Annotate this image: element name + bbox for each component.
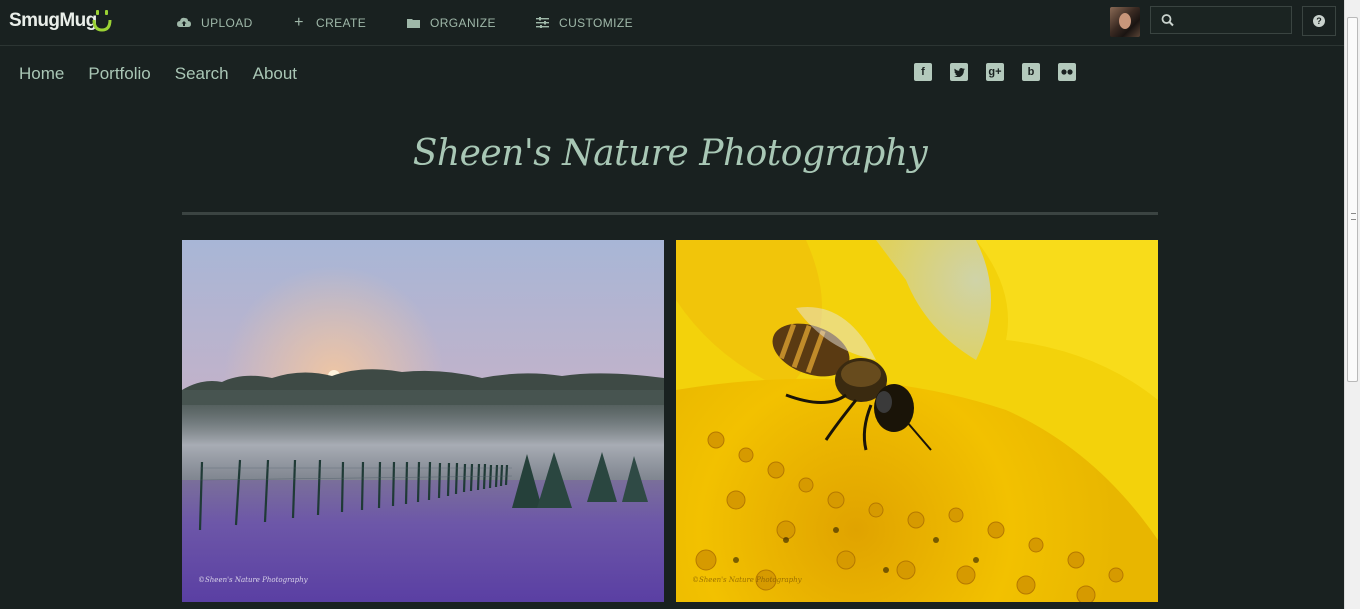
photo-watermark: ©Sheen's Nature Photography bbox=[692, 576, 802, 584]
photo-watermark: ©Sheen's Nature Photography bbox=[198, 576, 308, 584]
help-icon: ? bbox=[1313, 15, 1325, 27]
twitter-icon[interactable] bbox=[950, 63, 968, 81]
sliders-icon bbox=[534, 16, 550, 31]
upload-label: UPLOAD bbox=[201, 16, 253, 30]
flickr-icon[interactable] bbox=[1058, 63, 1076, 81]
social-links: f g+ b bbox=[914, 63, 1076, 81]
create-label: CREATE bbox=[316, 16, 367, 30]
smugmug-face-icon bbox=[92, 10, 112, 32]
customize-button[interactable]: CUSTOMIZE bbox=[534, 15, 633, 31]
facebook-icon[interactable]: f bbox=[914, 63, 932, 81]
bee-sunflower-image bbox=[676, 240, 1158, 602]
page-scrollbar[interactable] bbox=[1344, 0, 1360, 609]
nav-search[interactable]: Search bbox=[175, 64, 229, 84]
help-button[interactable]: ? bbox=[1302, 6, 1336, 36]
photo-bee-sunflower[interactable]: ©Sheen's Nature Photography bbox=[676, 240, 1158, 602]
scrollbar-thumb[interactable] bbox=[1347, 17, 1358, 382]
organize-button[interactable]: ORGANIZE bbox=[405, 15, 496, 31]
title-divider bbox=[182, 212, 1158, 215]
nav-portfolio[interactable]: Portfolio bbox=[88, 64, 150, 84]
scrollbar-grip-icon bbox=[1351, 213, 1356, 220]
site-title: Sheen's Nature Photography bbox=[412, 133, 928, 174]
smugmug-logo[interactable]: SmugMug bbox=[9, 10, 97, 32]
nav-home[interactable]: Home bbox=[19, 64, 64, 84]
create-button[interactable]: + CREATE bbox=[291, 14, 367, 31]
smugmug-toolbar: SmugMug UPLOAD + CREATE ORGANIZE CUSTOMI… bbox=[0, 0, 1344, 46]
nav-about[interactable]: About bbox=[253, 64, 297, 84]
search-input[interactable] bbox=[1150, 6, 1292, 34]
organize-label: ORGANIZE bbox=[430, 16, 496, 30]
upload-button[interactable]: UPLOAD bbox=[176, 15, 253, 31]
customize-label: CUSTOMIZE bbox=[559, 16, 634, 30]
folder-icon bbox=[405, 16, 421, 31]
photo-foggy-field[interactable]: ©Sheen's Nature Photography bbox=[182, 240, 664, 602]
user-avatar[interactable] bbox=[1110, 7, 1140, 37]
blogger-icon[interactable]: b bbox=[1022, 63, 1040, 81]
plus-icon: + bbox=[294, 14, 304, 31]
site-nav: Home Portfolio Search About bbox=[19, 64, 297, 84]
foggy-field-image bbox=[182, 240, 664, 602]
google-plus-icon[interactable]: g+ bbox=[986, 63, 1004, 81]
search-icon bbox=[1161, 14, 1174, 27]
cloud-upload-icon bbox=[176, 16, 192, 31]
